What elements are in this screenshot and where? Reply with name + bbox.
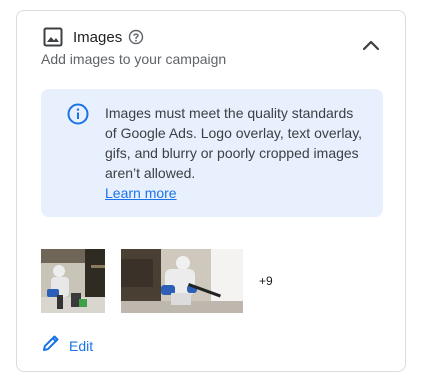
more-images-count[interactable]: +9 xyxy=(259,274,273,288)
images-card: Images Add images to your campaign Image… xyxy=(16,10,406,372)
info-icon xyxy=(67,103,89,125)
edit-label: Edit xyxy=(69,337,94,354)
notice-text: Images must meet the quality standards o… xyxy=(105,103,367,203)
help-circle-icon[interactable] xyxy=(128,29,144,45)
collapse-button[interactable] xyxy=(359,35,383,59)
image-thumbnail[interactable] xyxy=(121,249,243,313)
pencil-icon xyxy=(41,333,61,358)
chevron-up-icon xyxy=(362,38,380,56)
image-icon xyxy=(43,27,63,47)
section-title: Images xyxy=(73,28,123,46)
learn-more-link[interactable]: Learn more xyxy=(105,185,177,201)
notice-message: Images must meet the quality standards o… xyxy=(105,105,363,181)
image-thumbnail[interactable] xyxy=(41,249,105,313)
quality-notice: Images must meet the quality standards o… xyxy=(41,89,383,217)
edit-button[interactable]: Edit xyxy=(41,333,93,358)
card-header: Images xyxy=(43,27,144,47)
image-thumbnails: +9 xyxy=(41,249,273,313)
section-subtitle: Add images to your campaign xyxy=(41,51,227,67)
